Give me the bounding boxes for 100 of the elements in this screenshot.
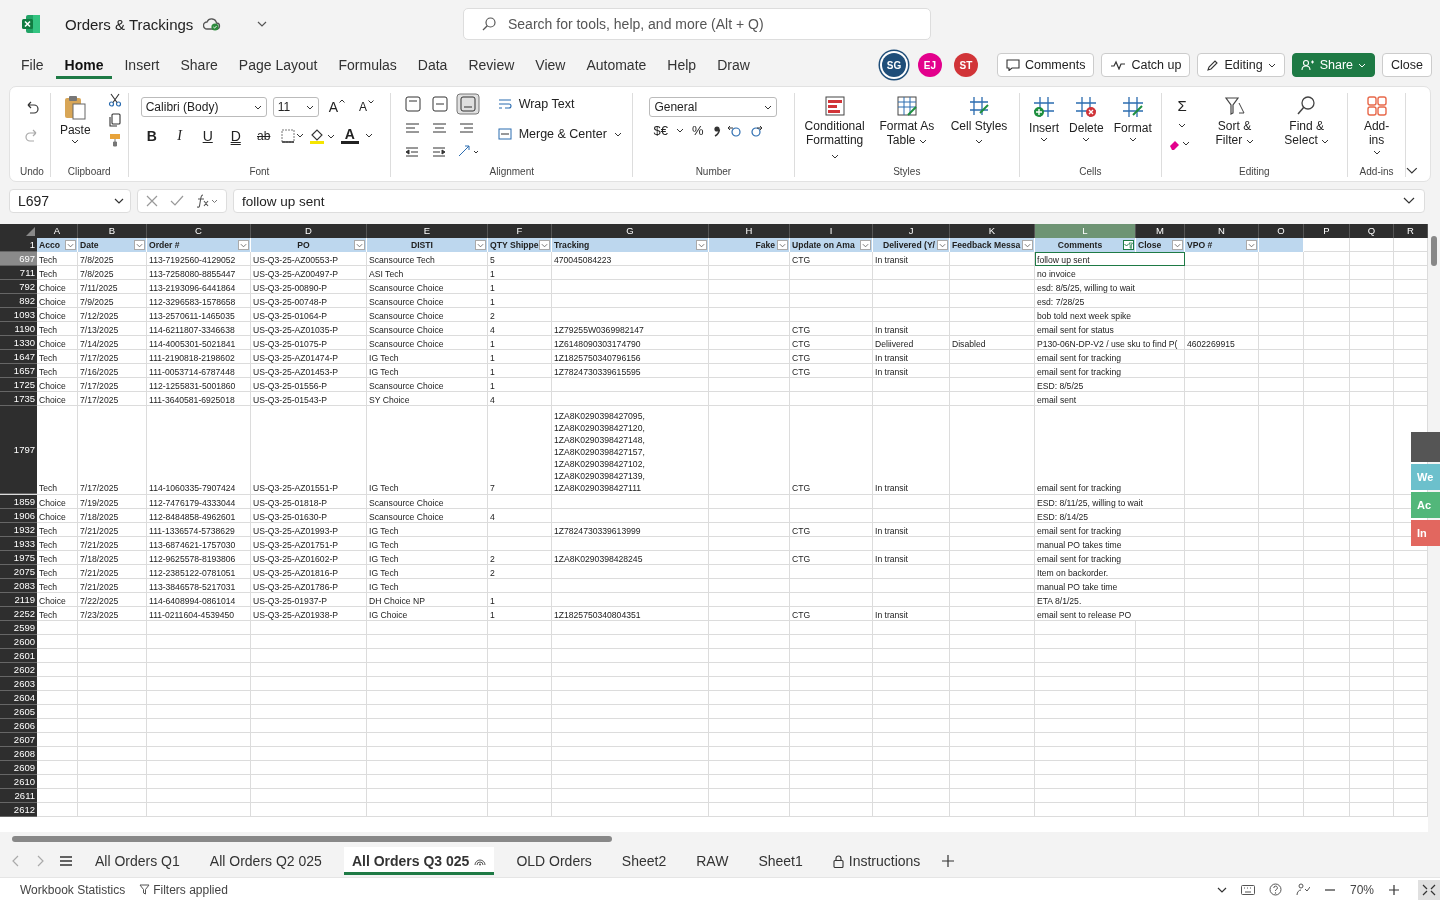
row-number[interactable]: 1797 <box>0 406 37 494</box>
previous-sheet-icon[interactable] <box>11 855 21 867</box>
number-format-dropdown[interactable]: General <box>649 97 778 117</box>
insert-cells-button[interactable]: Insert <box>1026 93 1063 145</box>
filter-applied-button[interactable] <box>1123 240 1134 250</box>
filter-button[interactable] <box>937 240 948 250</box>
menu-tab[interactable]: Help <box>658 51 706 79</box>
increase-decimal-icon[interactable] <box>727 123 744 138</box>
chevron-down-icon[interactable] <box>1406 167 1418 175</box>
row-number[interactable]: 2604 <box>0 691 37 705</box>
currency-button[interactable]: $€ <box>649 123 672 138</box>
row-number[interactable]: 2083 <box>0 579 37 593</box>
menu-tab[interactable]: Draw <box>708 51 759 79</box>
row-number[interactable]: 1859 <box>0 495 37 509</box>
zoom-level[interactable]: 70% <box>1349 882 1374 897</box>
column-header[interactable]: P <box>1304 224 1350 238</box>
menu-tab[interactable]: View <box>526 51 575 79</box>
accessibility-icon[interactable] <box>1295 883 1310 896</box>
comments-button[interactable]: Comments <box>996 53 1095 77</box>
fit-to-window-icon[interactable] <box>1418 879 1440 900</box>
menu-tab[interactable]: Automate <box>577 51 656 79</box>
sheet-tab[interactable]: OLD Orders <box>508 847 600 875</box>
row-number[interactable]: 1647 <box>0 350 37 364</box>
format-as-table-button[interactable]: Format As Table <box>872 93 941 150</box>
sheet-tab[interactable]: All Orders Q1 <box>87 847 188 875</box>
filter-button[interactable] <box>539 240 550 250</box>
increase-font-size-button[interactable]: A <box>324 99 350 115</box>
row-number[interactable]: 2601 <box>0 649 37 663</box>
filter-button[interactable] <box>65 240 76 250</box>
select-all-corner-icon[interactable] <box>26 227 35 236</box>
menu-tab[interactable]: Review <box>459 51 524 79</box>
row-number[interactable]: 792 <box>0 280 37 294</box>
row-number[interactable]: 2600 <box>0 635 37 649</box>
row-number[interactable]: 1735 <box>0 392 37 406</box>
double-button[interactable]: D <box>224 127 247 144</box>
help-icon[interactable] <box>1268 883 1282 896</box>
next-sheet-icon[interactable] <box>35 855 45 867</box>
cancel-icon[interactable] <box>146 195 158 207</box>
catch-up-button[interactable]: Catch up <box>1101 53 1191 77</box>
filter-button[interactable] <box>1172 240 1183 250</box>
file-title[interactable]: Orders & Trackings <box>65 15 194 33</box>
menu-tab[interactable]: File <box>12 51 53 79</box>
autosum-button[interactable]: Σ <box>1167 97 1197 131</box>
row-number[interactable]: 1657 <box>0 364 37 378</box>
user-avatar[interactable]: SG <box>881 53 906 77</box>
name-box[interactable]: L697 <box>9 189 131 213</box>
cell-styles-button[interactable]: Cell Styles <box>944 93 1014 150</box>
row-number[interactable]: 2603 <box>0 677 37 691</box>
row-number[interactable]: 1725 <box>0 378 37 392</box>
find-select-button[interactable]: Find & Select <box>1272 93 1341 150</box>
row-number[interactable]: 1 <box>0 238 37 252</box>
filter-button[interactable] <box>134 240 145 250</box>
workbook-statistics-button[interactable]: Workbook Statistics <box>20 882 126 897</box>
wrap-text-button[interactable]: Wrap Text <box>497 97 575 111</box>
percent-button[interactable]: % <box>687 123 708 138</box>
keyboard-icon[interactable] <box>1240 884 1255 895</box>
underline-button[interactable]: U <box>196 127 219 144</box>
sheet-tab[interactable]: Sheet2 <box>613 847 675 875</box>
menu-tab[interactable]: Insert <box>115 51 169 79</box>
row-number[interactable]: 1975 <box>0 551 37 565</box>
filter-button[interactable] <box>696 240 707 250</box>
close-button[interactable]: Close <box>1382 53 1432 77</box>
row-number[interactable]: 2599 <box>0 621 37 635</box>
row-number[interactable]: 2602 <box>0 663 37 677</box>
chevron-down-icon[interactable] <box>257 21 268 27</box>
editing-button[interactable]: Editing <box>1197 53 1285 77</box>
user-avatar[interactable]: ST <box>953 53 978 77</box>
row-number[interactable]: 892 <box>0 294 37 308</box>
column-header[interactable]: Q <box>1350 224 1394 238</box>
row-number[interactable]: 2607 <box>0 733 37 747</box>
row-number[interactable]: 2252 <box>0 607 37 621</box>
decrease-font-size-button[interactable]: A <box>355 100 379 114</box>
add-sheet-icon[interactable] <box>942 855 955 867</box>
conditional-formatting-button[interactable]: Conditional Formatting <box>800 93 869 165</box>
add-ins-button[interactable]: Add-ins <box>1353 93 1400 157</box>
row-number[interactable]: 1330 <box>0 336 37 350</box>
search-field[interactable]: Search for tools, help, and more (Alt + Q) <box>463 8 931 40</box>
menu-tab[interactable]: Data <box>408 51 457 79</box>
chevron-down-icon[interactable] <box>1216 886 1227 893</box>
sheet-tab[interactable]: Instructions <box>824 847 929 875</box>
delete-cells-button[interactable]: Delete <box>1066 93 1107 145</box>
row-number[interactable]: 2608 <box>0 747 37 761</box>
italic-button[interactable]: I <box>168 127 191 144</box>
merge-center-button[interactable]: Merge & Center <box>497 127 622 141</box>
strike-button[interactable]: ab <box>252 128 275 143</box>
bold-button[interactable]: B <box>140 127 163 144</box>
sheet-tab[interactable]: All Orders Q2 025 <box>201 847 330 875</box>
filter-button[interactable] <box>238 240 249 250</box>
filter-button[interactable] <box>860 240 871 250</box>
row-number[interactable]: 2609 <box>0 761 37 775</box>
row-number[interactable]: 711 <box>0 266 37 280</box>
confirm-icon[interactable] <box>170 195 184 207</box>
font-color-button[interactable]: A <box>340 127 359 144</box>
menu-tab[interactable]: Formulas <box>329 51 406 79</box>
row-number[interactable]: 2075 <box>0 565 37 579</box>
sheet-tab[interactable]: RAW <box>688 847 737 875</box>
row-number[interactable]: 2611 <box>0 789 37 803</box>
menu-icon[interactable] <box>59 855 73 867</box>
paste-button[interactable]: Paste <box>56 93 94 147</box>
filter-button[interactable] <box>475 240 486 250</box>
